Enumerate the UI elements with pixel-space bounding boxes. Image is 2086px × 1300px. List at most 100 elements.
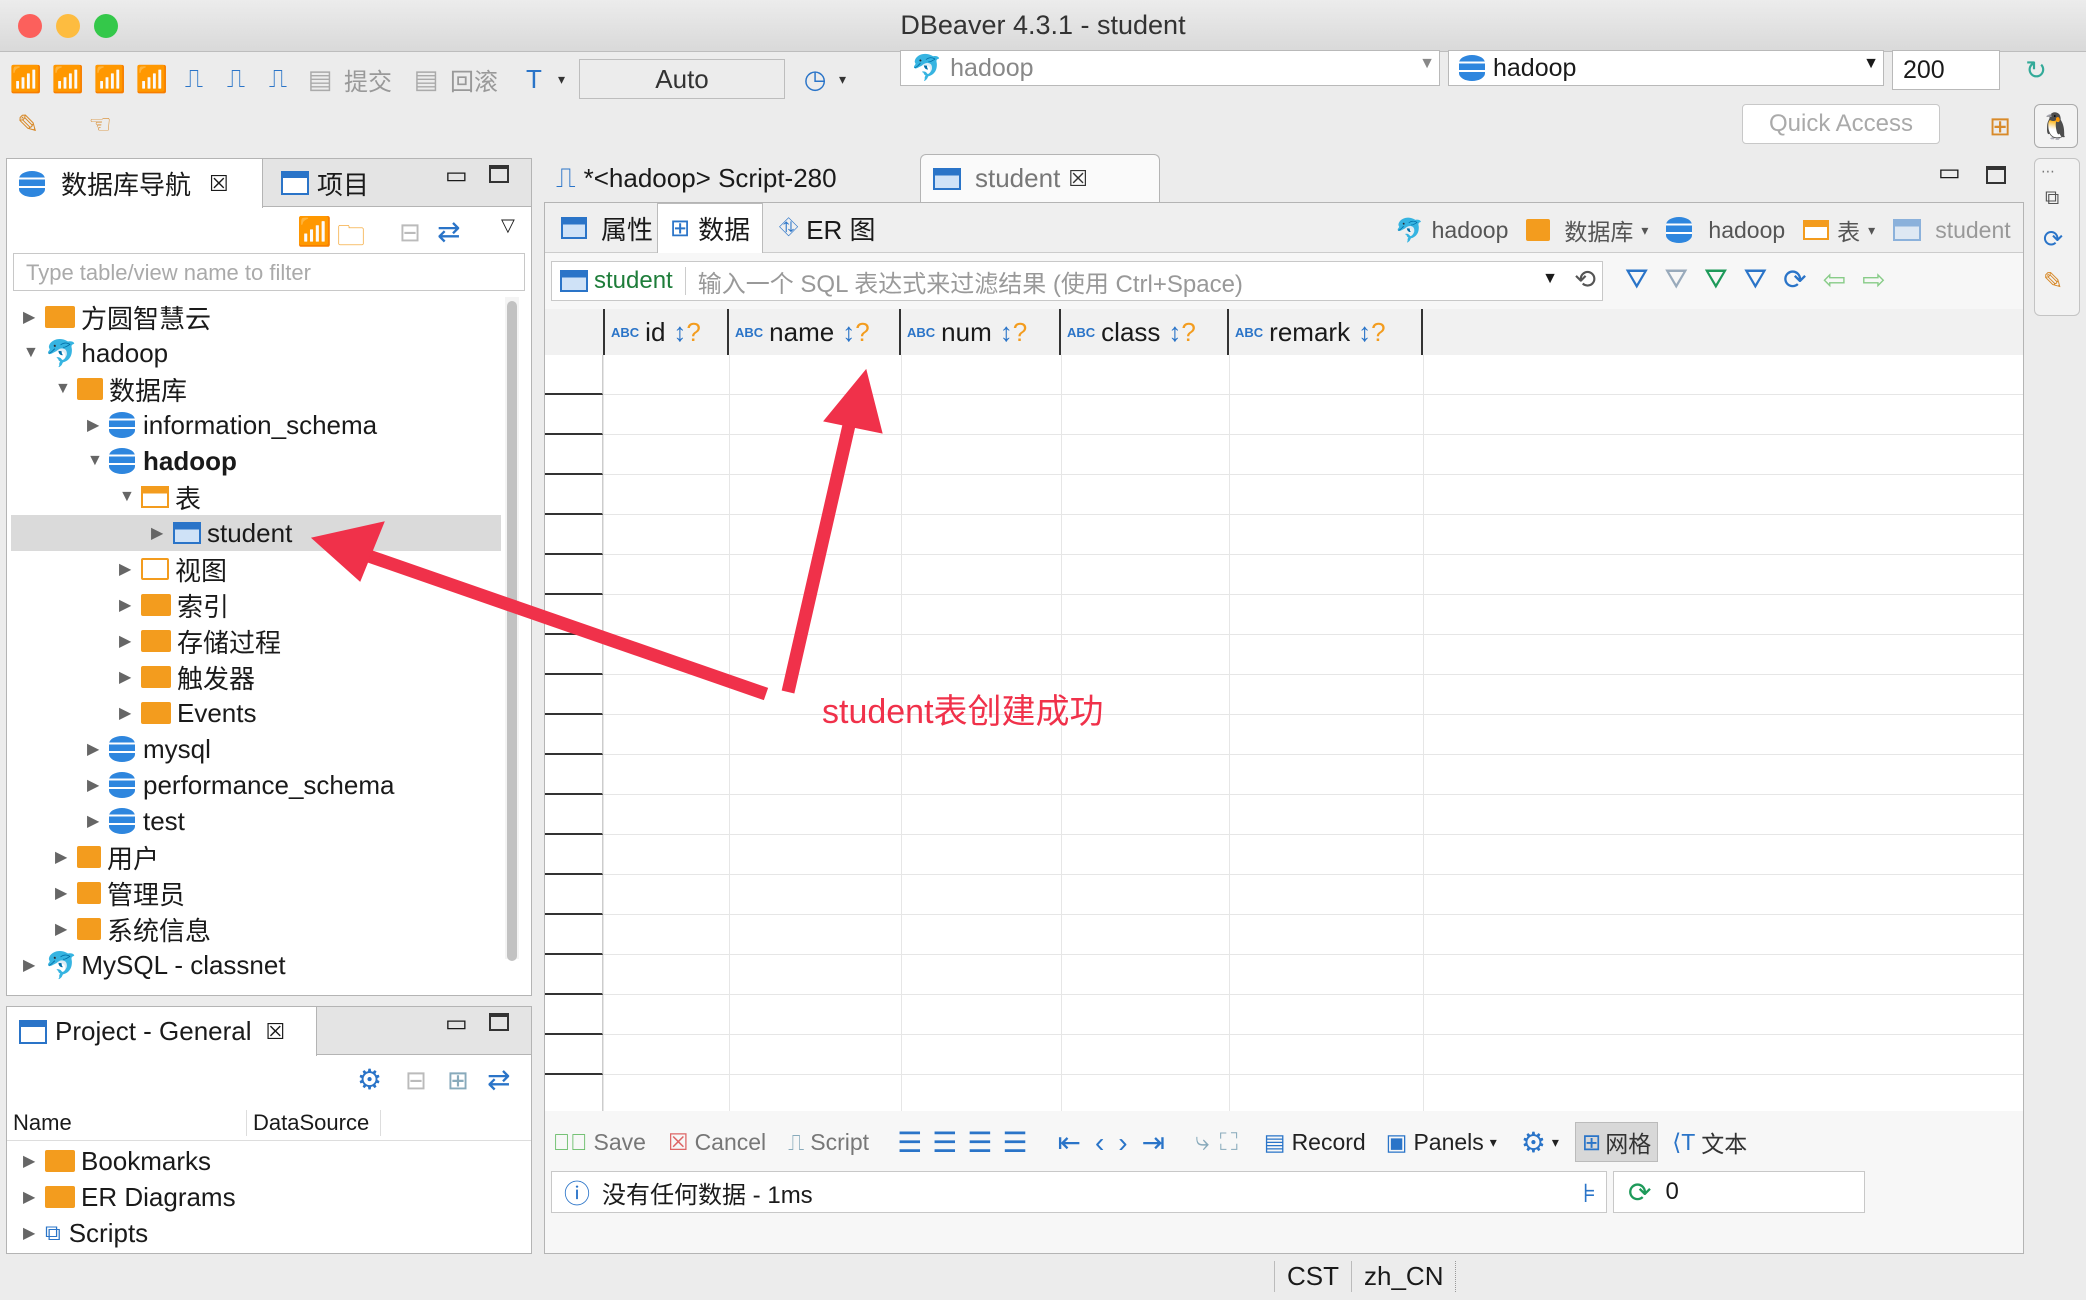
col-name-header[interactable]: Name xyxy=(7,1109,247,1136)
subtab-properties[interactable]: 属性 xyxy=(549,203,665,253)
connection-view-icon[interactable]: ⟳ xyxy=(2043,225,2063,254)
close-icon[interactable]: ☒ xyxy=(209,171,229,197)
minimize-view-icon[interactable]: ▭ xyxy=(445,161,468,190)
connection-combo[interactable]: 🐬 hadoop ▼ xyxy=(900,50,1440,86)
row-header[interactable] xyxy=(545,355,603,395)
row-header[interactable] xyxy=(545,395,603,435)
column-header-remark[interactable]: ABC remark ↕? xyxy=(1229,309,1423,355)
project-item-bookmarks[interactable]: ▶ Bookmarks xyxy=(23,1143,211,1179)
tree-item[interactable]: ▶ mysql xyxy=(87,731,211,767)
sync-icon[interactable]: ↻ xyxy=(2018,52,2054,88)
filter-input[interactable]: 输入一个 SQL 表达式来过滤结果 (使用 Ctrl+Space) xyxy=(686,264,1243,299)
row-header[interactable] xyxy=(545,635,603,675)
expand-icon[interactable]: ⊞ xyxy=(447,1065,469,1096)
history-icon[interactable]: ◷ xyxy=(797,61,833,97)
tree-item[interactable]: ▶ 存储过程 xyxy=(119,623,281,659)
clear-filter-icon[interactable]: ⛛ xyxy=(1665,263,1689,296)
breadcrumb-databases[interactable]: 数据库 xyxy=(1564,213,1633,247)
reconnect-icon[interactable]: 📶 xyxy=(92,61,128,97)
database-combo[interactable]: hadoop ▼ xyxy=(1448,50,1884,86)
back-icon[interactable]: ⇦ xyxy=(1823,263,1846,296)
sql-editor-icon[interactable]: ⎍ xyxy=(176,61,212,97)
settings-gear-icon[interactable]: ⚙ xyxy=(1521,1126,1546,1159)
maximize-editor-icon[interactable] xyxy=(1986,166,2006,184)
column-header-class[interactable]: ABC class ↕? xyxy=(1061,309,1229,355)
project-item-er-diagrams[interactable]: ▶ ER Diagrams xyxy=(23,1179,236,1215)
row-header[interactable] xyxy=(545,1035,603,1075)
filter-settings-icon[interactable]: ⛛ xyxy=(1744,263,1768,296)
navigate-icon[interactable]: ⟳ xyxy=(1783,263,1806,296)
row-header[interactable] xyxy=(545,995,603,1035)
breadcrumb-tables[interactable]: 表 xyxy=(1837,213,1860,247)
tab-script-280[interactable]: ⎍ *<hadoop> Script-280 xyxy=(544,154,910,202)
collapse-all-icon[interactable]: ⊟ xyxy=(399,217,421,248)
navigator-filter-input[interactable]: Type table/view name to filter xyxy=(13,253,525,291)
minimize-editor-icon[interactable]: ▭ xyxy=(1938,158,1961,187)
scrollbar-thumb[interactable] xyxy=(507,301,517,961)
subtab-data[interactable]: ⊞ 数据 xyxy=(657,203,764,253)
tool-icon[interactable]: ✎ xyxy=(10,106,46,142)
connect-icon[interactable]: 📶 xyxy=(8,61,44,97)
row-header[interactable] xyxy=(545,955,603,995)
tree-item[interactable]: ▶ 方圆智慧云 xyxy=(23,299,211,335)
filter-bar[interactable]: student 输入一个 SQL 表达式来过滤结果 (使用 Ctrl+Space… xyxy=(551,261,1603,301)
text-view-button[interactable]: 文本 xyxy=(1701,1125,1747,1159)
minimize-view-icon[interactable]: ▭ xyxy=(445,1009,468,1038)
collapse-all-icon[interactable]: ⊟ xyxy=(405,1065,427,1096)
row-header[interactable] xyxy=(545,715,603,755)
row-header[interactable] xyxy=(545,795,603,835)
refresh-icon[interactable]: ⟲ xyxy=(1574,264,1596,295)
tab-student[interactable]: student ☒ xyxy=(920,154,1160,202)
script-button[interactable]: Script xyxy=(810,1129,869,1156)
row-header[interactable] xyxy=(545,595,603,635)
grid-view-toggle[interactable]: ⊞ 网格 xyxy=(1574,1122,1659,1162)
sort-icon[interactable]: ↕? xyxy=(842,317,869,348)
close-icon[interactable]: ☒ xyxy=(1068,166,1088,192)
view-menu-icon[interactable]: ▽ xyxy=(501,215,515,236)
row-header[interactable] xyxy=(545,675,603,715)
forward-icon[interactable]: ⇨ xyxy=(1862,263,1885,296)
row-header[interactable] xyxy=(545,475,603,515)
results-grid[interactable]: ABC id ↕? ABC name ↕? ABC num ↕? ABC class ↕? AB… xyxy=(545,309,2023,1111)
layout-icons[interactable]: ⤷⛶ xyxy=(1195,1126,1248,1158)
tree-item[interactable]: ▼ hadoop xyxy=(87,443,237,479)
tree-item[interactable]: ▶ 视图 xyxy=(119,551,227,587)
pointer-icon[interactable]: ☜ xyxy=(82,106,118,142)
breadcrumb-table[interactable]: student xyxy=(1935,217,2010,244)
rollback-button[interactable]: 回滚 xyxy=(450,62,498,97)
navigator-scrollbar[interactable] xyxy=(505,297,519,961)
commit-button[interactable]: 提交 xyxy=(344,62,392,97)
disconnect-icon[interactable]: 📶 xyxy=(50,61,86,97)
sort-icon[interactable]: ↕? xyxy=(1168,317,1195,348)
row-header[interactable] xyxy=(545,875,603,915)
row-edit-icons[interactable]: ☰☰☰☰ xyxy=(897,1126,1037,1159)
tree-item[interactable]: ▶ 用户 xyxy=(55,839,159,875)
column-header-name[interactable]: ABC name ↕? xyxy=(729,309,901,355)
col-datasource-header[interactable]: DataSource xyxy=(247,1109,381,1136)
refresh-counter[interactable]: ⟳ 0 xyxy=(1613,1171,1865,1213)
tree-item[interactable]: ▶ 🐬 MySQL - classnet xyxy=(23,947,286,983)
filter-history-dropdown-icon[interactable]: ▼ xyxy=(1542,270,1558,288)
column-header-id[interactable]: ABC id ↕? xyxy=(603,309,729,355)
panels-button[interactable]: Panels xyxy=(1413,1129,1483,1156)
sort-icon[interactable]: ↕? xyxy=(1358,317,1385,348)
tab-project-general[interactable]: Project - General ☒ xyxy=(7,1007,317,1056)
close-icon[interactable]: ☒ xyxy=(266,1019,286,1045)
tree-item[interactable]: ▼ 🐬 hadoop xyxy=(23,335,168,371)
quick-access-input[interactable]: Quick Access xyxy=(1742,104,1940,144)
row-header[interactable] xyxy=(545,515,603,555)
restore-icon[interactable]: ⧉ xyxy=(2045,187,2059,210)
disconnect-all-icon[interactable]: 📶 xyxy=(134,61,170,97)
project-item-scripts[interactable]: ▶ ⧉ Scripts xyxy=(23,1215,148,1251)
row-header[interactable] xyxy=(545,835,603,875)
maximize-view-icon[interactable] xyxy=(489,1013,509,1031)
record-button[interactable]: Record xyxy=(1292,1129,1366,1156)
new-script-icon[interactable]: ⎍ xyxy=(218,61,254,97)
tree-item[interactable]: ▶ information_schema xyxy=(87,407,377,443)
tree-item[interactable]: ▼ 数据库 xyxy=(55,371,187,407)
transaction-mode-icon[interactable]: T xyxy=(516,61,552,97)
apply-filter-icon[interactable]: ⛛ xyxy=(1625,263,1649,296)
save-button[interactable]: Save xyxy=(594,1129,646,1156)
commit-icon[interactable]: ▤ xyxy=(302,61,338,97)
dbeaver-perspective-icon[interactable]: 🐧 xyxy=(2034,104,2078,148)
